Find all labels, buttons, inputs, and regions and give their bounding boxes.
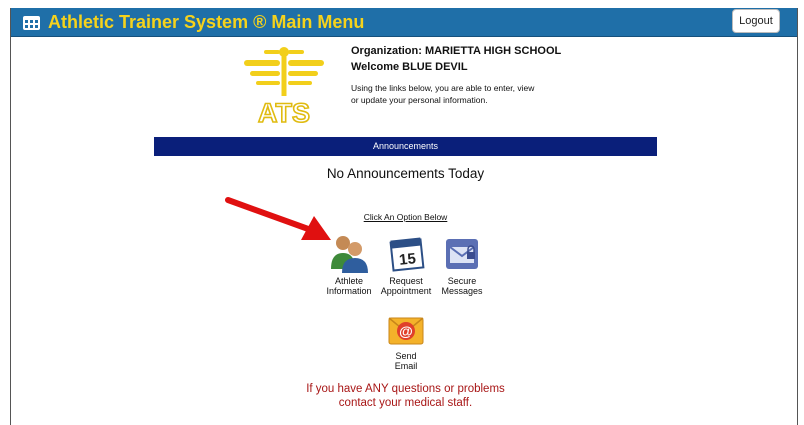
page-title: Athletic Trainer System ® Main Menu: [48, 12, 365, 32]
email-at-icon: @: [388, 317, 424, 345]
request-appointment-option[interactable]: 15 Request Appointment: [376, 233, 436, 296]
logout-button[interactable]: Logout: [732, 9, 780, 33]
svg-text:@: @: [399, 323, 413, 339]
secure-messages-option[interactable]: Secure Messages: [432, 233, 492, 296]
calendar-number: 15: [398, 250, 416, 269]
ats-logo: ATS: [244, 47, 324, 126]
logo-text: ATS: [258, 98, 310, 126]
athlete-people-icon: [331, 236, 368, 273]
option-label-line2: Messages: [441, 286, 483, 296]
caduceus-wings-icon: [244, 47, 324, 96]
organization-info: Organization: MARIETTA HIGH SCHOOL Welco…: [351, 44, 651, 106]
option-label-line1: Athlete: [334, 276, 364, 286]
announcement-message: No Announcements Today: [326, 166, 485, 181]
secure-message-envelope-icon: [446, 239, 478, 269]
athlete-information-option[interactable]: Athlete Information: [319, 233, 379, 296]
instructions-text: Using the links below, you are able to e…: [351, 83, 535, 105]
option-label-line1: Send: [395, 351, 417, 361]
contact-message: If you have ANY questions or problems co…: [154, 382, 657, 410]
option-label-line1: Request: [389, 276, 423, 286]
option-label-line2: Email: [394, 361, 418, 371]
option-label-line1: Secure: [447, 276, 477, 286]
app-frame: Athletic Trainer System ® Main Menu Logo…: [10, 8, 798, 425]
option-label-line2: Information: [326, 286, 372, 296]
option-label-line2: Appointment: [380, 286, 432, 296]
contact-line2: contact your medical staff.: [338, 397, 473, 409]
calendar-15-icon: 15: [389, 237, 425, 272]
header-bar: Athletic Trainer System ® Main Menu Logo…: [11, 8, 797, 37]
send-email-option[interactable]: @ Send Email: [376, 312, 436, 371]
organization-name: Organization: MARIETTA HIGH SCHOOL: [351, 45, 562, 57]
grid-menu-icon[interactable]: [23, 16, 40, 30]
welcome-text: Welcome BLUE DEVIL: [351, 61, 468, 73]
contact-line1: If you have ANY questions or problems: [306, 383, 505, 395]
announcements-header: Announcements: [154, 137, 657, 156]
